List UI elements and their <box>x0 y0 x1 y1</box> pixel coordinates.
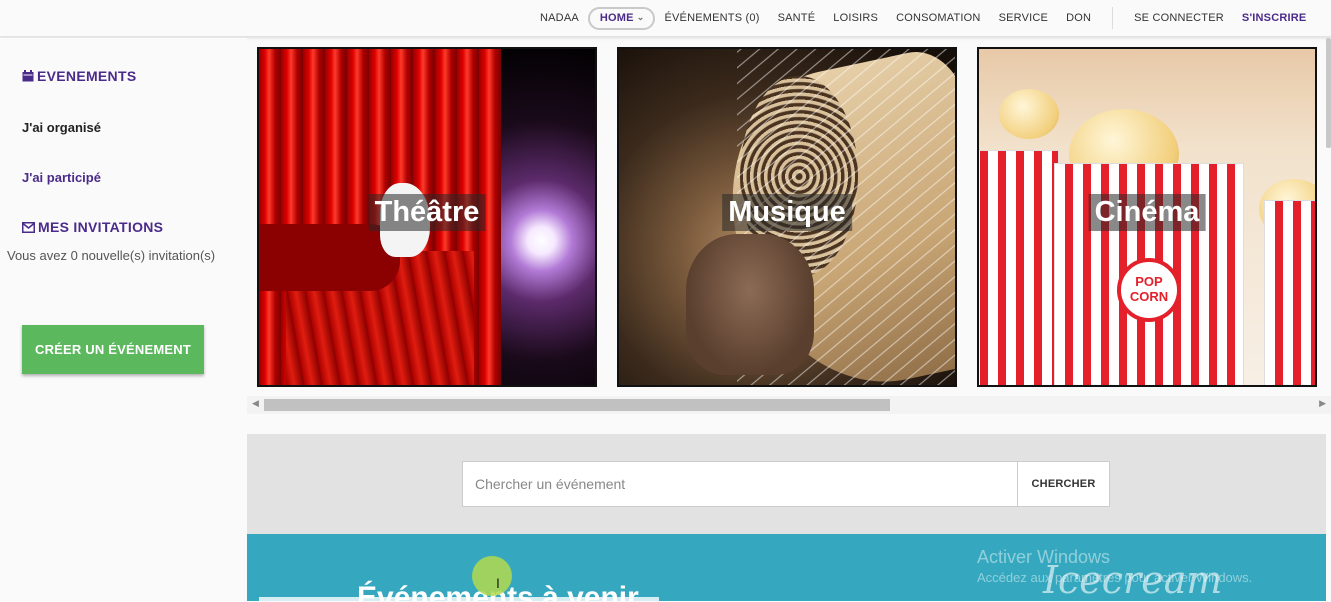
envelope-icon <box>22 221 35 233</box>
carousel-scrollbar[interactable]: ◀ ▶ <box>247 396 1331 414</box>
category-label-musique: Musique <box>722 194 852 231</box>
nav-loisirs[interactable]: LOISIRS <box>824 12 887 24</box>
category-label-theatre: Théâtre <box>368 194 486 231</box>
cursor-highlight <box>472 556 512 596</box>
popcorn-box-left <box>979 149 1059 385</box>
create-event-button[interactable]: CRÉER UN ÉVÉNEMENT <box>22 325 204 374</box>
nav-sante[interactable]: SANTÉ <box>769 12 825 24</box>
popcorn-logo: POP CORN <box>1117 257 1181 322</box>
search-bar: CHERCHER <box>462 461 1110 507</box>
sidebar-invitations-heading-label: MES INVITATIONS <box>38 219 164 235</box>
top-navbar: NADAA HOME ⌄ ÉVÉNEMENTS (0) SANTÉ LOISIR… <box>0 0 1331 37</box>
nav-don[interactable]: DON <box>1057 12 1100 24</box>
nav-events[interactable]: ÉVÉNEMENTS (0) <box>655 12 768 24</box>
search-button[interactable]: CHERCHER <box>1017 462 1109 506</box>
scroll-left-icon[interactable]: ◀ <box>252 398 259 409</box>
nav-signup[interactable]: S'INSCRIRE <box>1233 12 1316 24</box>
sidebar-events-heading: EVENEMENTS <box>22 68 136 84</box>
text-cursor-icon: I <box>496 575 500 591</box>
nav-links: NADAA HOME ⌄ ÉVÉNEMENTS (0) SANTÉ LOISIR… <box>531 0 1315 36</box>
theatre-sleeve <box>259 223 401 291</box>
nav-home-label: HOME <box>599 11 634 24</box>
nav-divider <box>1112 7 1114 29</box>
sidebar: EVENEMENTS J'ai organisé J'ai participé … <box>0 38 247 601</box>
category-card-musique[interactable]: Musique <box>617 47 957 387</box>
nav-home-dropdown[interactable]: HOME ⌄ <box>587 6 656 30</box>
popcorn-pile-1 <box>999 89 1059 139</box>
nav-consomation[interactable]: CONSOMATION <box>887 12 990 24</box>
search-input[interactable] <box>463 462 1017 506</box>
watermark-logo: Icecream <box>1043 558 1223 602</box>
nav-service[interactable]: SERVICE <box>990 12 1058 24</box>
page-scrollbar[interactable] <box>1326 38 1331 148</box>
category-label-cinema: Cinéma <box>1088 194 1206 231</box>
musique-hand <box>686 233 814 375</box>
sidebar-item-organised[interactable]: J'ai organisé <box>22 120 101 135</box>
invitations-count-text: Vous avez 0 nouvelle(s) invitation(s) <box>7 248 216 263</box>
scroll-right-icon[interactable]: ▶ <box>1319 398 1326 409</box>
search-section: CHERCHER <box>247 434 1326 534</box>
title-underline <box>259 597 659 601</box>
category-card-cinema[interactable]: POP CORN Cinéma <box>977 47 1317 387</box>
calendar-icon <box>22 70 34 82</box>
chevron-down-icon: ⌄ <box>636 12 645 22</box>
scrollbar-thumb[interactable] <box>264 399 890 411</box>
sidebar-events-heading-label: EVENEMENTS <box>37 68 137 84</box>
popcorn-box-right <box>1264 200 1315 385</box>
category-carousel: Théâtre Musique POP CORN Cinéma <box>247 38 1331 418</box>
nav-login[interactable]: SE CONNECTER <box>1125 12 1233 24</box>
category-card-theatre[interactable]: Théâtre <box>257 47 597 387</box>
sidebar-invitations-heading: MES INVITATIONS <box>22 219 163 235</box>
nav-brand[interactable]: NADAA <box>531 12 588 24</box>
sidebar-item-participated[interactable]: J'ai participé <box>22 170 101 185</box>
